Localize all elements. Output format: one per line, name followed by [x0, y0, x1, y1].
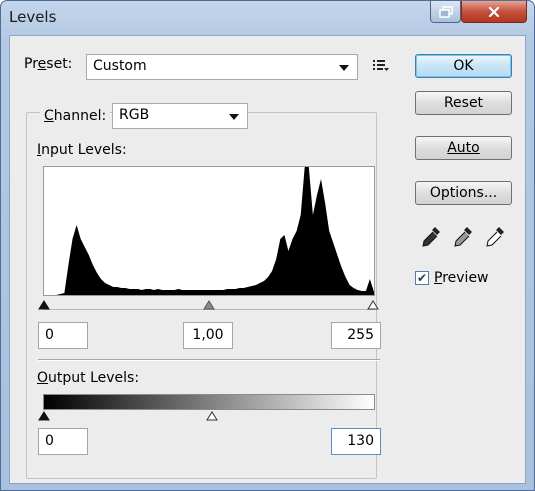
- preset-value: Custom: [93, 58, 147, 74]
- auto-button[interactable]: Auto: [415, 136, 512, 160]
- histogram: [43, 166, 375, 296]
- output-black-slider-handle[interactable]: [38, 411, 50, 421]
- preset-dropdown[interactable]: Custom: [86, 54, 358, 80]
- histogram-shape: [44, 167, 374, 295]
- gray-eyedropper-icon[interactable]: [451, 224, 475, 250]
- input-white-slider-handle[interactable]: [367, 300, 379, 310]
- channel-value: RGB: [119, 107, 150, 123]
- window-title: Levels: [9, 8, 57, 26]
- input-levels-label: Input Levels:: [37, 142, 127, 158]
- output-black-field[interactable]: 0: [38, 428, 88, 455]
- restore-button[interactable]: [430, 1, 461, 23]
- histogram-graph: [44, 167, 374, 295]
- preset-options-icon[interactable]: [372, 59, 390, 73]
- input-black-slider-handle[interactable]: [38, 300, 50, 310]
- restore-icon: [438, 5, 453, 18]
- dialog-body: Preset: Custom Channel: RGB Input Levels…: [9, 35, 526, 484]
- levels-dialog: Levels Preset: Custom Channel: RGB Input…: [0, 0, 535, 491]
- black-eyedropper-icon[interactable]: [419, 224, 443, 250]
- reset-button[interactable]: Reset: [415, 91, 512, 115]
- input-white-field[interactable]: 255: [331, 322, 381, 349]
- channel-label: Channel:: [40, 108, 111, 124]
- input-gamma-field[interactable]: 1,00: [183, 322, 233, 349]
- preview-checkbox[interactable]: ✔: [415, 271, 429, 285]
- channel-dropdown[interactable]: RGB: [112, 103, 248, 129]
- options-button[interactable]: Options...: [415, 181, 512, 205]
- chevron-down-icon: [339, 65, 349, 71]
- preview-label[interactable]: Preview: [434, 270, 489, 286]
- title-bar[interactable]: Levels: [1, 1, 534, 35]
- input-black-field[interactable]: 0: [38, 322, 88, 349]
- white-eyedropper-icon[interactable]: [483, 224, 507, 250]
- output-gradient-bar: [43, 394, 375, 410]
- ok-button[interactable]: OK: [415, 54, 512, 78]
- checkmark-icon: ✔: [416, 271, 428, 285]
- close-button[interactable]: [461, 1, 527, 23]
- input-gamma-slider-handle[interactable]: [203, 300, 215, 310]
- preset-label: Preset:: [24, 56, 73, 72]
- output-levels-label: Output Levels:: [37, 370, 140, 386]
- output-white-slider-handle[interactable]: [206, 411, 218, 421]
- output-white-field[interactable]: 130: [331, 428, 381, 455]
- close-icon: [488, 6, 500, 17]
- levels-separator: [38, 359, 380, 360]
- chevron-down-icon: [229, 114, 239, 120]
